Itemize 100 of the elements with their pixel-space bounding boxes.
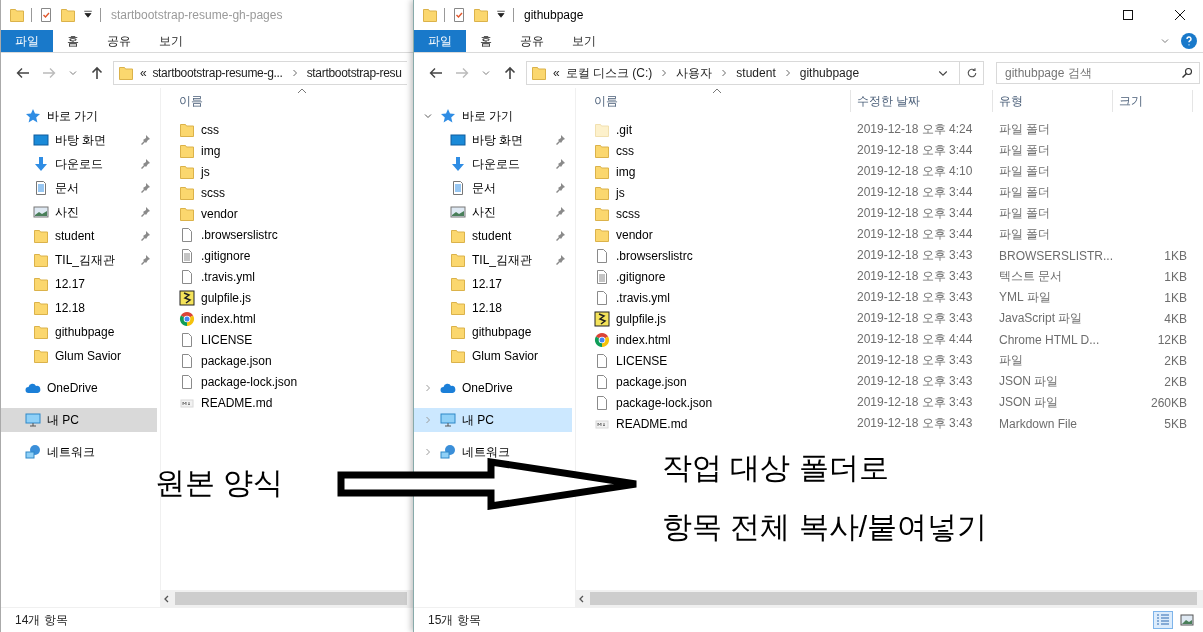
nav-item[interactable]: TIL_김재관	[414, 248, 572, 272]
nav-item[interactable]: TIL_김재관	[1, 248, 157, 272]
annotation-text: 작업 대상 폴더로	[662, 450, 890, 486]
column-header[interactable]: 유형	[993, 90, 1113, 112]
file-name[interactable]: scss	[616, 206, 640, 221]
file-name[interactable]: package.json	[616, 374, 687, 389]
file-name[interactable]: js	[616, 185, 625, 200]
nav-item[interactable]: OneDrive	[1, 376, 157, 400]
dropdown-icon[interactable]	[82, 9, 94, 21]
file-name[interactable]: scss	[201, 185, 225, 200]
breadcrumb-segment[interactable]: startbootstrap-resu	[306, 66, 402, 80]
file-name[interactable]: LICENSE	[616, 353, 668, 368]
column-header[interactable]: 수정한 날짜	[851, 90, 993, 112]
nav-item[interactable]: 12.18	[414, 296, 572, 320]
horizontal-scrollbar[interactable]	[576, 590, 1203, 607]
horizontal-scrollbar[interactable]	[161, 590, 413, 607]
file-name[interactable]: README.md	[201, 395, 273, 410]
breadcrumb-segment[interactable]: startbootstrap-resume-g...	[152, 66, 283, 80]
column-header[interactable]: 이름	[588, 90, 851, 112]
file-name[interactable]: LICENSE	[201, 332, 253, 347]
breadcrumb-segment[interactable]: githubpage	[799, 66, 860, 80]
window-title: startbootstrap-resume-gh-pages	[111, 8, 283, 22]
modified-date-cell-text: 2019-12-18 오후 3:44	[856, 142, 974, 159]
nav-item[interactable]: 문서	[414, 176, 572, 200]
file-name[interactable]: .browserslistrc	[201, 227, 278, 242]
file-name[interactable]: img	[201, 143, 221, 158]
nav-item[interactable]: Glum Savior	[414, 344, 572, 368]
nav-item[interactable]: 사진	[1, 200, 157, 224]
nav-item[interactable]: 12.17	[414, 272, 572, 296]
file-type-cell-text: 파일 폴더	[998, 142, 1052, 159]
file-name[interactable]: index.html	[616, 332, 671, 347]
nav-item[interactable]: 12.18	[1, 296, 157, 320]
properties-icon[interactable]	[38, 7, 54, 23]
nav-item[interactable]: 내 PC	[414, 408, 572, 432]
file-name[interactable]: .browserslistrc	[616, 248, 693, 263]
path-overflow[interactable]: «	[553, 66, 560, 80]
folder-icon	[179, 205, 195, 222]
file-name[interactable]: css	[616, 143, 634, 158]
nav-item[interactable]: student	[414, 224, 572, 248]
nav-item[interactable]: OneDrive	[414, 376, 572, 400]
file-name[interactable]: img	[616, 164, 636, 179]
nav-item[interactable]: 다운로드	[414, 152, 572, 176]
nav-item[interactable]: 바로 가기	[414, 104, 572, 128]
file-name[interactable]: README.md	[616, 416, 688, 431]
file-name[interactable]: vendor	[201, 206, 238, 221]
help-icon[interactable]	[1181, 33, 1197, 49]
nav-item[interactable]: 다운로드	[1, 152, 157, 176]
file-name[interactable]: .gitignore	[201, 248, 251, 263]
dropdown-icon[interactable]	[495, 9, 507, 21]
file-name[interactable]: js	[201, 164, 210, 179]
ribbon-tab[interactable]: 보기	[558, 30, 610, 52]
ribbon-tab[interactable]: 공유	[506, 30, 558, 52]
nav-item[interactable]: githubpage	[1, 320, 157, 344]
folder-icon	[33, 228, 49, 244]
nav-item[interactable]: 사진	[414, 200, 572, 224]
nav-item[interactable]: Glum Savior	[1, 344, 157, 368]
nav-item[interactable]: 네트워크	[414, 440, 572, 464]
file-name[interactable]: gulpfile.js	[201, 290, 252, 305]
details-view-button[interactable]	[1153, 611, 1173, 629]
breadcrumb-segment[interactable]: student	[736, 66, 776, 80]
address-bar[interactable]: « 로컬 디스크 (C:) 사용자 student githubpage	[526, 61, 984, 85]
nav-item[interactable]: 바탕 화면	[414, 128, 572, 152]
ribbon-tab[interactable]: 홈	[53, 30, 93, 52]
details-list-icon	[1155, 612, 1171, 628]
folder-icon	[179, 121, 195, 138]
nav-item[interactable]: 내 PC	[1, 408, 157, 432]
ribbon-tab[interactable]: 홈	[466, 30, 506, 52]
folder-icon	[60, 7, 76, 23]
file-name[interactable]: .git	[616, 122, 632, 137]
path-overflow[interactable]: «	[140, 66, 147, 80]
file-name[interactable]: index.html	[201, 311, 256, 326]
file-name[interactable]: gulpfile.js	[616, 311, 667, 326]
file-menu-tab[interactable]: 파일	[414, 30, 466, 52]
search-field[interactable]: githubpage 검색	[996, 62, 1200, 84]
large-icons-view-button[interactable]	[1177, 611, 1197, 629]
file-name[interactable]: css	[201, 122, 219, 137]
file-name[interactable]: package.json	[201, 353, 272, 368]
file-name[interactable]: package-lock.json	[616, 395, 713, 410]
nav-item[interactable]: 네트워크	[1, 440, 157, 464]
ribbon-tab[interactable]: 보기	[145, 30, 197, 52]
file-name[interactable]: .travis.yml	[616, 290, 670, 305]
nav-item[interactable]: 12.17	[1, 272, 157, 296]
breadcrumb-segment[interactable]: 사용자	[676, 64, 713, 82]
nav-item[interactable]: githubpage	[414, 320, 572, 344]
folder-icon	[33, 324, 49, 340]
modified-date-cell-text: 2019-12-18 오후 3:44	[856, 184, 974, 201]
nav-item[interactable]: 문서	[1, 176, 157, 200]
nav-item[interactable]: student	[1, 224, 157, 248]
ribbon-tab[interactable]: 공유	[93, 30, 145, 52]
breadcrumb-segment[interactable]: 로컬 디스크 (C:)	[565, 64, 653, 82]
file-name[interactable]: .gitignore	[616, 269, 666, 284]
nav-item[interactable]: 바탕 화면	[1, 128, 157, 152]
column-header[interactable]: 크기	[1113, 90, 1193, 112]
file-menu-tab[interactable]: 파일	[1, 30, 53, 52]
file-name[interactable]: vendor	[616, 227, 653, 242]
nav-item[interactable]: 바로 가기	[1, 104, 157, 128]
properties-icon[interactable]	[451, 7, 467, 23]
file-name[interactable]: package-lock.json	[201, 374, 298, 389]
address-bar[interactable]: « startbootstrap-resume-g... startbootstrap-resu	[113, 61, 407, 85]
file-name[interactable]: .travis.yml	[201, 269, 255, 284]
